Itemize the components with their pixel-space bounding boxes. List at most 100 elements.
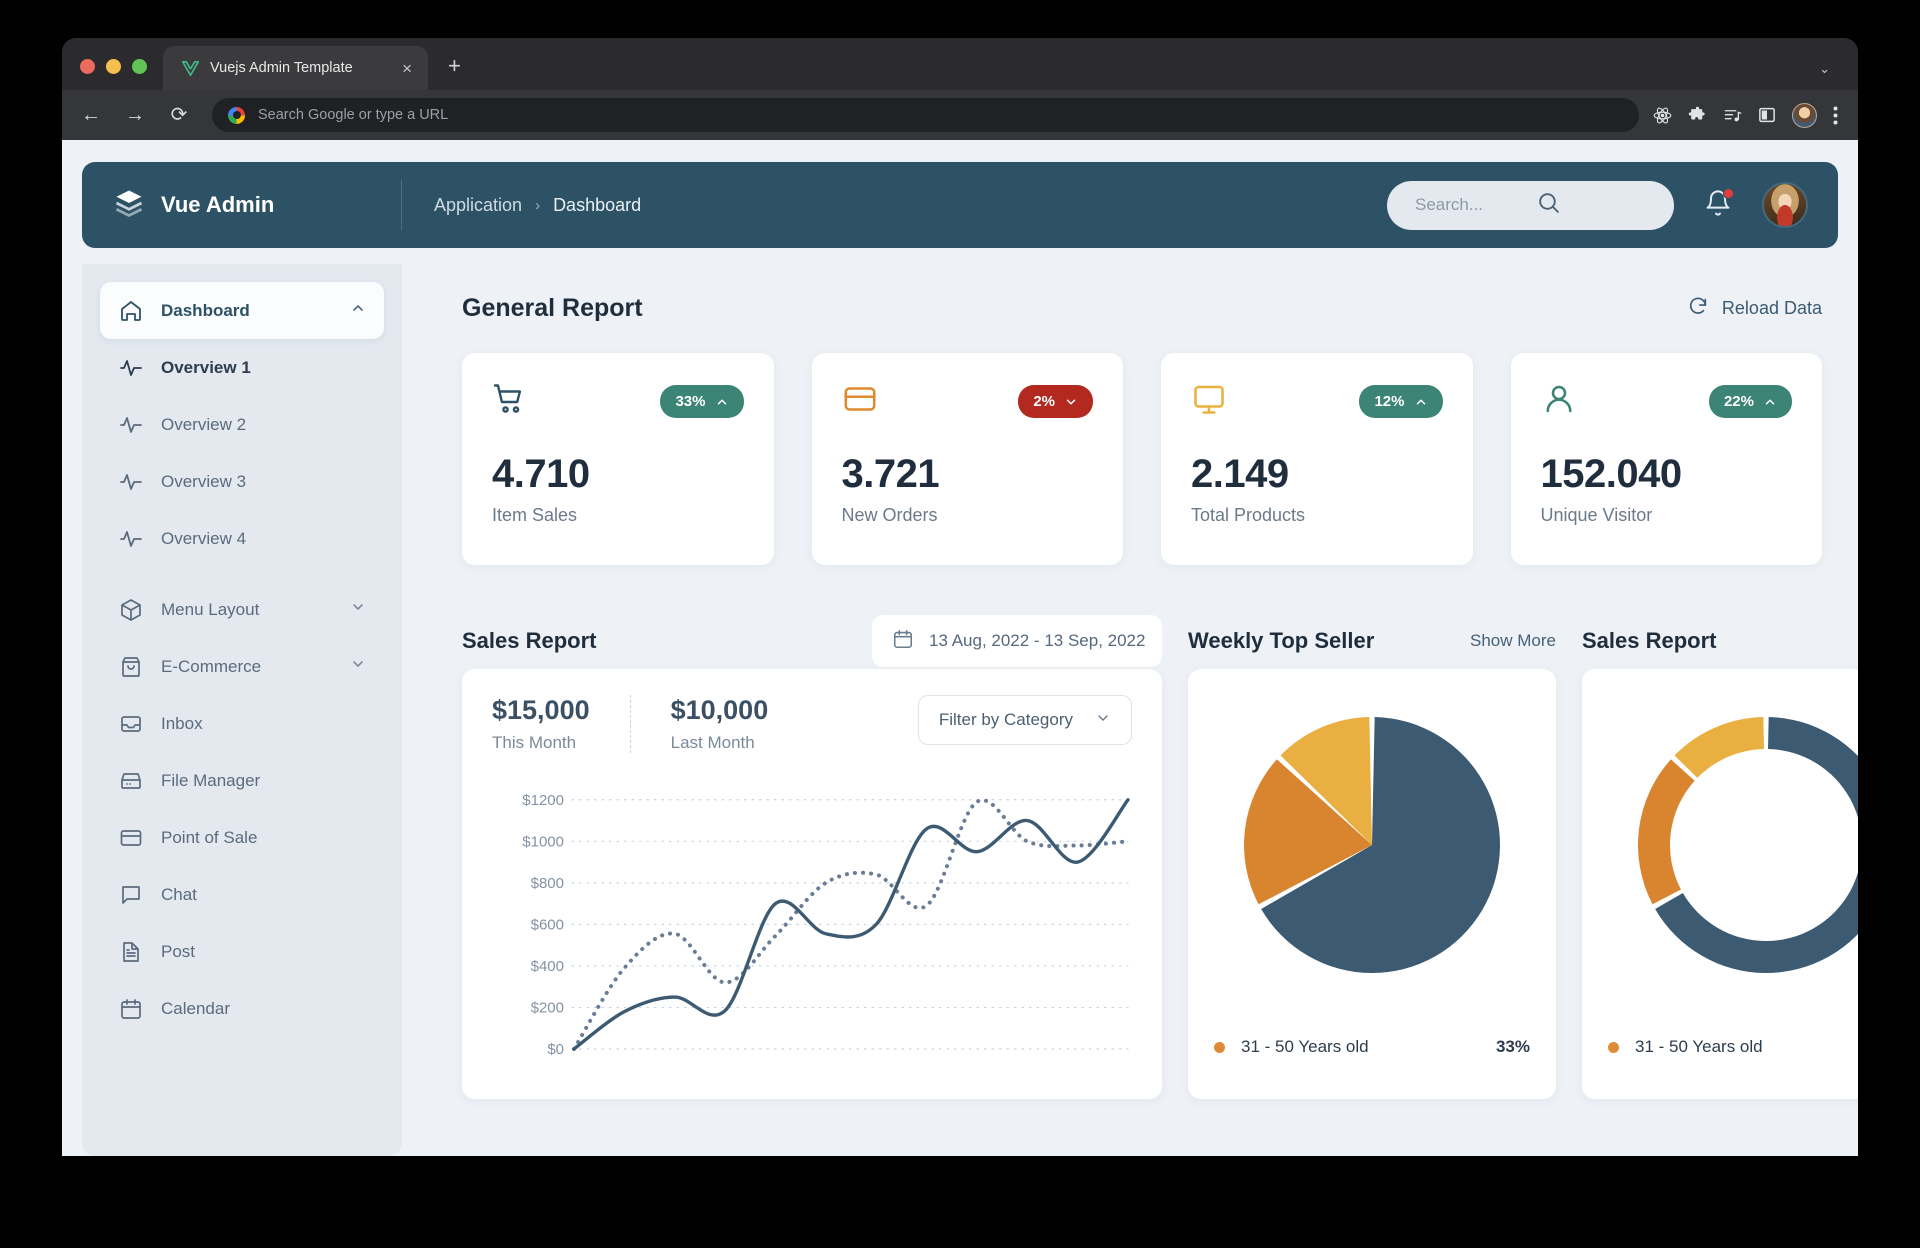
sidebar-item-overview-3[interactable]: Overview 3 <box>100 453 384 510</box>
breadcrumb: Application › Dashboard <box>402 195 641 216</box>
this-month-value: $15,000 <box>492 695 590 725</box>
sidebar-item-label: Overview 4 <box>161 528 247 548</box>
sidebar-item-post[interactable]: Post <box>100 923 384 980</box>
pie-slice-1[interactable] <box>1638 759 1695 905</box>
sidebar-item-e-commerce[interactable]: E-Commerce <box>100 638 384 695</box>
sidebar-item-file-manager[interactable]: File Manager <box>100 752 384 809</box>
pie-slice-2[interactable] <box>1674 717 1764 778</box>
stat-cards: 33% 4.710 Item Sales 2% 3.721 New Orders… <box>462 353 1822 565</box>
sales-line-chart: $0 $200 $400 $600 $800 $1000 $1200 <box>492 771 1132 1081</box>
sidebar-item-overview-2[interactable]: Overview 2 <box>100 396 384 453</box>
legend-label: 31 - 50 Years old <box>1241 1037 1369 1056</box>
chevron-down-icon[interactable]: ⌄ <box>1819 61 1830 77</box>
stat-card-new-orders[interactable]: 2% 3.721 New Orders <box>811 353 1123 565</box>
notification-badge <box>1723 187 1734 199</box>
reload-data-button[interactable]: Reload Data <box>1687 295 1822 322</box>
credit-card-icon <box>118 825 143 850</box>
sales-report-donut-section: Sales Report Show More 31 - 50 Years old… <box>1582 613 1858 1099</box>
vue-logo-icon <box>181 59 199 77</box>
browser-toolbar-icons <box>1653 102 1844 128</box>
stat-card-item-sales[interactable]: 33% 4.710 Item Sales <box>462 353 774 565</box>
sidebar: Dashboard Overview 1 Overview 2 Overview… <box>82 264 402 1156</box>
chevron-up-icon[interactable] <box>350 300 366 321</box>
back-button[interactable]: ← <box>76 105 106 125</box>
sidebar-item-label: Menu Layout <box>161 599 260 619</box>
svg-text:$1200: $1200 <box>522 792 564 809</box>
media-playlist-icon[interactable] <box>1723 106 1742 125</box>
inbox-icon <box>118 711 143 736</box>
svg-text:$200: $200 <box>531 999 564 1016</box>
reload-button[interactable]: ⟳ <box>164 105 194 125</box>
url-input[interactable]: Search Google or type a URL <box>212 98 1639 132</box>
sidebar-item-calendar[interactable]: Calendar <box>100 980 384 1037</box>
monitor-icon <box>1191 381 1227 422</box>
credit-card-icon <box>842 381 878 422</box>
sidebar-item-point-of-sale[interactable]: Point of Sale <box>100 809 384 866</box>
browser-tab[interactable]: Vuejs Admin Template × <box>163 46 428 90</box>
show-more-link-weekly[interactable]: Show More <box>1470 631 1556 651</box>
sidebar-item-overview-1[interactable]: Overview 1 <box>100 339 384 396</box>
activity-icon <box>118 469 143 494</box>
notifications-button[interactable] <box>1704 187 1734 222</box>
side-panel-icon[interactable] <box>1758 106 1776 124</box>
arrow-up-icon <box>1765 398 1775 405</box>
weekly-top-seller-panel: 31 - 50 Years old 33% <box>1188 669 1556 1099</box>
close-window-button[interactable] <box>80 59 95 74</box>
filter-by-category-select[interactable]: Filter by Category <box>917 695 1132 745</box>
badge-value: 22% <box>1723 393 1754 410</box>
search-icon[interactable] <box>1536 190 1657 220</box>
date-range-picker[interactable]: 13 Aug, 2022 - 13 Sep, 2022 <box>872 615 1162 667</box>
stat-value: 3.721 <box>841 452 940 496</box>
chevron-down-icon[interactable] <box>350 599 366 620</box>
breadcrumb-separator-icon: › <box>535 196 541 214</box>
sidebar-item-inbox[interactable]: Inbox <box>100 695 384 752</box>
sidebar-item-chat[interactable]: Chat <box>100 866 384 923</box>
minimize-window-button[interactable] <box>106 59 121 74</box>
file-text-icon <box>118 939 143 964</box>
sidebar-item-label: Chat <box>161 884 197 904</box>
sidebar-item-label: Point of Sale <box>161 827 258 847</box>
stat-value: 4.710 <box>492 452 590 496</box>
stat-card-total-products[interactable]: 12% 2.149 Total Products <box>1161 353 1473 565</box>
react-devtools-icon[interactable] <box>1653 106 1672 125</box>
breadcrumb-parent[interactable]: Application <box>434 195 522 216</box>
general-report-header: General Report Reload Data <box>462 294 1822 323</box>
stat-card-unique-visitor[interactable]: 22% 152.040 Unique Visitor <box>1510 353 1822 565</box>
weekly-top-seller-title: Weekly Top Seller <box>1188 628 1375 653</box>
layers-icon <box>114 188 144 223</box>
sidebar-item-dashboard[interactable]: Dashboard <box>100 282 384 339</box>
sidebar-item-label: File Manager <box>161 770 261 790</box>
calendar-icon <box>118 996 143 1021</box>
stat-label: New Orders <box>841 505 938 525</box>
sales-report-donut-title: Sales Report <box>1582 628 1717 653</box>
sidebar-item-label: Post <box>161 941 196 961</box>
forward-button[interactable]: → <box>120 105 150 125</box>
stat-label: Total Products <box>1191 505 1306 525</box>
svg-text:$1000: $1000 <box>522 833 564 850</box>
date-range-value: 13 Aug, 2022 - 13 Sep, 2022 <box>929 631 1146 650</box>
last-month-label: Last Month <box>670 733 755 752</box>
reload-data-label: Reload Data <box>1721 298 1822 318</box>
avatar[interactable] <box>1762 182 1808 228</box>
kebab-menu-icon[interactable] <box>1833 106 1838 125</box>
extensions-puzzle-icon[interactable] <box>1688 106 1707 125</box>
legend-item: 31 - 50 Years old 33% <box>1582 1037 1858 1057</box>
svg-text:$0: $0 <box>547 1041 564 1058</box>
profile-avatar-icon[interactable] <box>1792 102 1817 128</box>
app-header: Vue Admin Application › Dashboard Search… <box>82 162 1838 248</box>
sidebar-item-overview-4[interactable]: Overview 4 <box>100 510 384 567</box>
last-month-stat: $10,000 Last Month <box>629 695 809 753</box>
svg-text:$800: $800 <box>531 875 564 892</box>
arrow-down-icon <box>1066 398 1076 405</box>
search-input[interactable]: Search... <box>1387 180 1674 230</box>
maximize-window-button[interactable] <box>132 59 147 74</box>
page-title: General Report <box>462 294 643 322</box>
brand[interactable]: Vue Admin <box>82 180 402 230</box>
url-placeholder: Search Google or type a URL <box>258 107 449 123</box>
brand-name: Vue Admin <box>161 192 275 217</box>
close-tab-icon[interactable]: × <box>399 57 415 80</box>
sidebar-item-menu-layout[interactable]: Menu Layout <box>100 581 384 638</box>
new-tab-button[interactable]: + <box>448 55 461 77</box>
chevron-down-icon <box>1095 710 1111 731</box>
chevron-down-icon[interactable] <box>350 656 366 677</box>
